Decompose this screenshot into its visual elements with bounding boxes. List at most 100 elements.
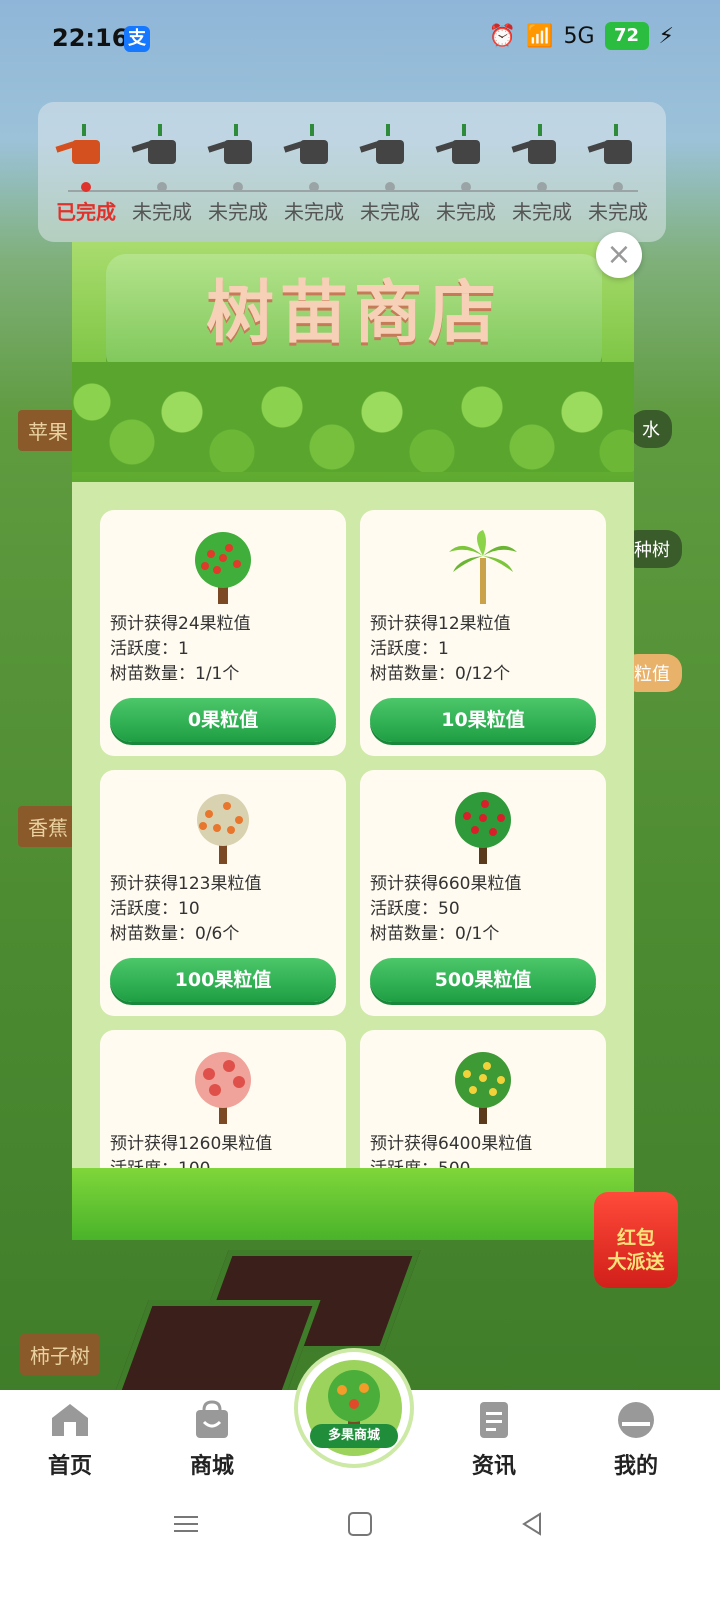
document-icon <box>480 1402 508 1438</box>
buy-button[interactable]: 100果粒值 <box>110 958 336 1002</box>
red-packet-line1: 红包 <box>616 1227 655 1249</box>
item-info: 预计获得123果粒值 活跃度：10 树苗数量：0/6个 <box>110 872 261 947</box>
daily-task-strip: 已完成 未完成 未完成 未完成 未完成 未完成 未完成 未完成 <box>38 102 666 242</box>
nav-mine[interactable]: 我的 <box>586 1400 686 1480</box>
task-8[interactable]: 未完成 <box>580 116 656 236</box>
estimate-text: 预计获得24果粒值 <box>110 614 251 634</box>
estimate-text: 预计获得6400果粒值 <box>370 1134 533 1154</box>
task-dot <box>81 182 91 192</box>
system-nav-bar <box>0 1490 720 1604</box>
task-label: 未完成 <box>360 200 420 224</box>
activity-text: 活跃度：1 <box>370 639 449 659</box>
task-label: 未完成 <box>588 200 648 224</box>
item-info: 预计获得12果粒值 活跃度：1 树苗数量：0/12个 <box>370 612 511 687</box>
water-button[interactable]: 水 <box>630 410 672 448</box>
nav-home[interactable]: 首页 <box>20 1400 120 1480</box>
clock: 22:16 <box>52 24 129 52</box>
product-card: 预计获得660果粒值 活跃度：50 树苗数量：0/1个 500果粒值 <box>360 770 606 1016</box>
task-7[interactable]: 未完成 <box>504 116 580 236</box>
estimate-text: 预计获得12果粒值 <box>370 614 511 634</box>
home-square-icon[interactable] <box>346 1510 374 1538</box>
signal-5g-icon: 5G <box>563 23 595 49</box>
task-dot <box>613 182 623 192</box>
task-dot <box>461 182 471 192</box>
task-dot <box>385 182 395 192</box>
close-button[interactable]: × <box>596 232 642 278</box>
task-dot <box>157 182 167 192</box>
count-text: 树苗数量：0/12个 <box>370 664 511 684</box>
count-text: 树苗数量：0/1个 <box>370 924 500 944</box>
shop-title: 树苗商店 <box>205 274 502 353</box>
task-2[interactable]: 未完成 <box>124 116 200 236</box>
menu-icon[interactable] <box>172 1510 200 1538</box>
buy-button[interactable]: 0果粒值 <box>110 698 336 742</box>
shop-header: 树苗商店 <box>72 242 634 482</box>
watering-can-icon <box>511 124 566 168</box>
item-info: 预计获得660果粒值 活跃度：50 树苗数量：0/1个 <box>370 872 521 947</box>
watering-can-icon <box>55 124 110 168</box>
field-sign-banana: 香蕉 <box>18 806 78 847</box>
red-packet-button[interactable]: 红包 大派送 <box>594 1192 678 1288</box>
sapling-shop-modal: 树苗商店 预计获得24果粒值 活跃度：1 树苗数量：1/1个 0果粒值 预计获得… <box>72 242 634 1240</box>
product-card: 预计获得12果粒值 活跃度：1 树苗数量：0/12个 10果粒值 <box>360 510 606 756</box>
watering-can-icon <box>359 124 414 168</box>
back-icon[interactable] <box>518 1510 546 1538</box>
nav-mall[interactable]: 商城 <box>162 1400 262 1480</box>
center-label: 多果商城 <box>310 1424 398 1448</box>
task-3[interactable]: 未完成 <box>200 116 276 236</box>
task-label: 未完成 <box>436 200 496 224</box>
nav-label: 资讯 <box>471 1454 516 1479</box>
watering-can-icon <box>587 124 642 168</box>
nav-news[interactable]: 资讯 <box>444 1400 544 1480</box>
apple-tree-icon <box>195 532 251 604</box>
activity-text: 活跃度：1 <box>110 639 189 659</box>
task-label: 未完成 <box>284 200 344 224</box>
task-dot <box>537 182 547 192</box>
status-bar: 22:16 支 ⏰ 📶 5G 72 ⚡ <box>0 0 720 80</box>
activity-text: 活跃度：10 <box>110 899 200 919</box>
alipay-icon: 支 <box>124 26 150 52</box>
mango-tree-icon <box>455 1052 511 1124</box>
cherry-tree-icon <box>455 792 511 864</box>
task-dot <box>233 182 243 192</box>
count-text: 树苗数量：0/6个 <box>110 924 240 944</box>
task-4[interactable]: 未完成 <box>276 116 352 236</box>
nav-label: 我的 <box>613 1454 658 1479</box>
task-dot <box>309 182 319 192</box>
task-label: 未完成 <box>208 200 268 224</box>
task-1[interactable]: 已完成 <box>48 116 124 236</box>
estimate-text: 预计获得660果粒值 <box>370 874 522 894</box>
status-icons: ⏰ 📶 5G 72 ⚡ <box>489 22 674 50</box>
home-icon <box>52 1404 88 1436</box>
leaf-decoration <box>72 362 634 472</box>
product-card: 预计获得24果粒值 活跃度：1 树苗数量：1/1个 0果粒值 <box>100 510 346 756</box>
alarm-icon: ⏰ <box>488 23 517 49</box>
watering-can-icon <box>207 124 262 168</box>
profile-icon <box>618 1402 654 1438</box>
battery-icon: 72 <box>604 22 649 50</box>
field-sign-apple: 苹果 <box>18 410 78 451</box>
activity-text: 活跃度：50 <box>370 899 460 919</box>
buy-button[interactable]: 500果粒值 <box>370 958 596 1002</box>
nav-label: 商城 <box>189 1454 234 1479</box>
palm-tree-icon <box>449 530 517 604</box>
watering-can-icon <box>131 124 186 168</box>
center-mall-button[interactable]: 多果商城 <box>298 1352 410 1464</box>
estimate-text: 预计获得1260果粒值 <box>110 1134 273 1154</box>
charging-icon: ⚡ <box>658 23 674 49</box>
grass-footer <box>72 1168 634 1240</box>
peach-tree-icon <box>195 1052 251 1124</box>
watering-can-icon <box>435 124 490 168</box>
soil-plot[interactable] <box>111 1300 321 1402</box>
task-label: 已完成 <box>56 200 116 224</box>
task-label: 未完成 <box>132 200 192 224</box>
nav-label: 首页 <box>47 1454 92 1479</box>
task-5[interactable]: 未完成 <box>352 116 428 236</box>
task-label: 未完成 <box>512 200 572 224</box>
product-card: 预计获得123果粒值 活跃度：10 树苗数量：0/6个 100果粒值 <box>100 770 346 1016</box>
buy-button[interactable]: 10果粒值 <box>370 698 596 742</box>
item-info: 预计获得24果粒值 活跃度：1 树苗数量：1/1个 <box>110 612 251 687</box>
title-board: 树苗商店 <box>106 254 602 374</box>
task-6[interactable]: 未完成 <box>428 116 504 236</box>
field-sign-persimmon: 柿子树 <box>20 1334 100 1375</box>
